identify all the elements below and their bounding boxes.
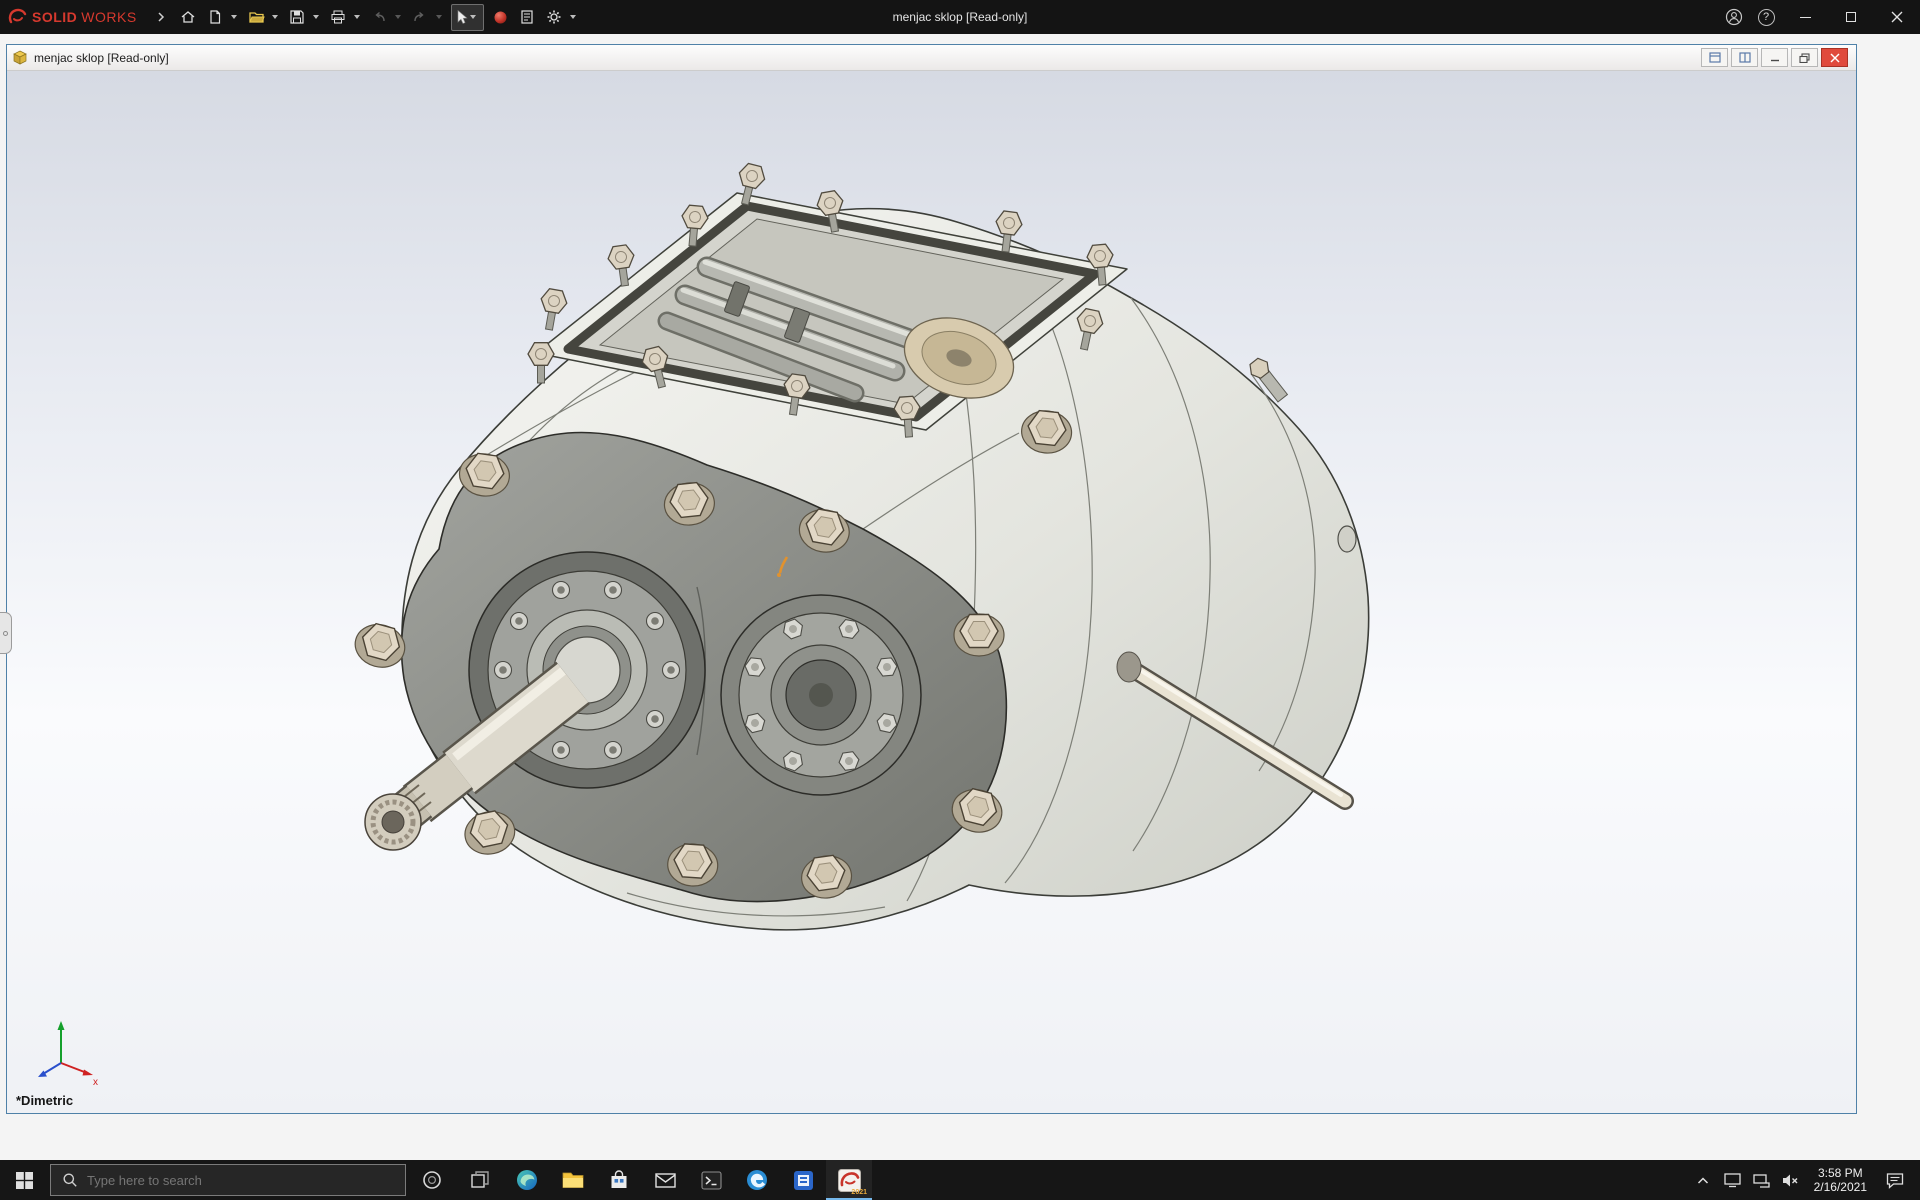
redo-icon[interactable] — [408, 5, 433, 30]
search-icon — [62, 1172, 78, 1188]
mail-icon — [654, 1169, 677, 1192]
doc-restore-button[interactable] — [1791, 48, 1818, 67]
file-explorer-icon — [561, 1168, 585, 1192]
new-document-dropdown-icon[interactable] — [231, 15, 237, 19]
home-icon[interactable] — [176, 5, 201, 30]
doc-close-button[interactable] — [1821, 48, 1848, 67]
taskbar-app-blue[interactable] — [780, 1160, 826, 1200]
blue-app-icon — [792, 1169, 815, 1192]
network-tray-icon[interactable] — [1747, 1160, 1776, 1200]
select-tool-button[interactable] — [451, 4, 484, 31]
tile-vertical-button[interactable] — [1731, 48, 1758, 67]
task-view-icon — [471, 1171, 489, 1189]
taskbar-app-store[interactable] — [596, 1160, 642, 1200]
doc-close-icon — [1830, 53, 1840, 63]
document-title: menjac sklop [Read-only] — [34, 51, 169, 65]
taskbar-app-solidworks[interactable]: 2021 — [826, 1160, 872, 1200]
maximize-icon — [1846, 12, 1856, 22]
taskbar-app-file-explorer[interactable] — [550, 1160, 596, 1200]
redo-dropdown-icon[interactable] — [436, 15, 442, 19]
select-arrow-icon — [454, 9, 469, 25]
taskbar-app-console[interactable] — [688, 1160, 734, 1200]
windows-taskbar: 2021 3:58 PM 2/16/2021 — [0, 1160, 1920, 1200]
edge-icon — [515, 1168, 539, 1192]
save-dropdown-icon[interactable] — [313, 15, 319, 19]
display-tray-icon[interactable] — [1718, 1160, 1747, 1200]
select-tool-dropdown-icon[interactable] — [470, 15, 476, 19]
task-view-button[interactable] — [456, 1160, 504, 1200]
clock-date: 2/16/2021 — [1814, 1180, 1867, 1194]
orientation-triad[interactable]: x — [29, 1013, 103, 1087]
taskbar-app-edge-blue[interactable] — [734, 1160, 780, 1200]
search-input[interactable] — [87, 1173, 394, 1188]
graphics-viewport[interactable]: x *Dimetric — [7, 71, 1856, 1113]
open-dropdown-icon[interactable] — [272, 15, 278, 19]
assembly-icon — [12, 50, 28, 66]
file-report-icon[interactable] — [515, 5, 540, 30]
windows-logo-icon — [16, 1172, 33, 1189]
taskbar-app-edge[interactable] — [504, 1160, 550, 1200]
toolbar-expand-chevron-icon[interactable] — [149, 5, 174, 30]
client-area: menjac sklop [Read-only] — [0, 34, 1920, 1160]
options-gear-icon[interactable] — [542, 5, 567, 30]
close-icon — [1891, 11, 1903, 23]
store-icon — [608, 1169, 630, 1191]
undo-icon[interactable] — [367, 5, 392, 30]
minimize-button[interactable] — [1782, 0, 1828, 34]
gearbox-model — [7, 71, 1856, 1113]
new-document-icon[interactable] — [203, 5, 228, 30]
account-icon[interactable] — [1718, 0, 1750, 34]
edge-blue-icon — [745, 1168, 769, 1192]
undo-dropdown-icon[interactable] — [395, 15, 401, 19]
render-sphere-icon[interactable] — [488, 5, 513, 30]
triad-x-label: x — [93, 1077, 98, 1087]
task-pane-flyout-handle[interactable] — [0, 612, 12, 654]
help-icon[interactable]: ? — [1750, 0, 1782, 34]
taskbar-search[interactable] — [50, 1164, 406, 1196]
console-icon — [700, 1169, 723, 1192]
maximize-button[interactable] — [1828, 0, 1874, 34]
open-icon[interactable] — [244, 5, 269, 30]
hidden-icons-chevron-icon[interactable] — [1689, 1160, 1718, 1200]
cortana-icon — [422, 1170, 442, 1190]
view-orientation-label: *Dimetric — [16, 1093, 73, 1108]
doc-minimize-button[interactable] — [1761, 48, 1788, 67]
brand-solid: SOLID — [32, 9, 77, 25]
brand-works: WORKS — [81, 9, 136, 25]
volume-muted-icon[interactable] — [1776, 1160, 1805, 1200]
titlebar-toolbar: SOLIDWORKS — [0, 0, 581, 34]
titlebar-right-controls: ? — [1718, 0, 1920, 34]
close-button[interactable] — [1874, 0, 1920, 34]
document-window-controls — [1701, 48, 1851, 67]
action-center-icon — [1886, 1172, 1904, 1189]
print-icon[interactable] — [326, 5, 351, 30]
solidworks-version-badge: 2021 — [851, 1189, 867, 1196]
solidworks-app: SOLIDWORKS — [0, 0, 1920, 1200]
ds-logo-icon — [8, 8, 28, 26]
app-titlebar: SOLIDWORKS — [0, 0, 1920, 34]
save-icon[interactable] — [285, 5, 310, 30]
solidworks-logo[interactable]: SOLIDWORKS — [8, 8, 137, 26]
taskbar-clock[interactable]: 3:58 PM 2/16/2021 — [1805, 1166, 1876, 1194]
options-dropdown-icon[interactable] — [570, 15, 576, 19]
flyout-dot-icon — [3, 631, 8, 636]
print-dropdown-icon[interactable] — [354, 15, 360, 19]
cortana-button[interactable] — [408, 1160, 456, 1200]
document-window: menjac sklop [Read-only] — [6, 44, 1857, 1114]
taskbar-app-mail[interactable] — [642, 1160, 688, 1200]
document-titlebar: menjac sklop [Read-only] — [7, 45, 1856, 71]
action-center-button[interactable] — [1876, 1160, 1914, 1200]
start-button[interactable] — [0, 1160, 48, 1200]
tile-horizontal-button[interactable] — [1701, 48, 1728, 67]
minimize-icon — [1800, 17, 1811, 18]
clock-time: 3:58 PM — [1814, 1166, 1867, 1180]
triad-x-arrow — [83, 1070, 94, 1076]
triad-y-arrow — [58, 1021, 65, 1030]
system-tray: 3:58 PM 2/16/2021 — [1689, 1160, 1920, 1200]
